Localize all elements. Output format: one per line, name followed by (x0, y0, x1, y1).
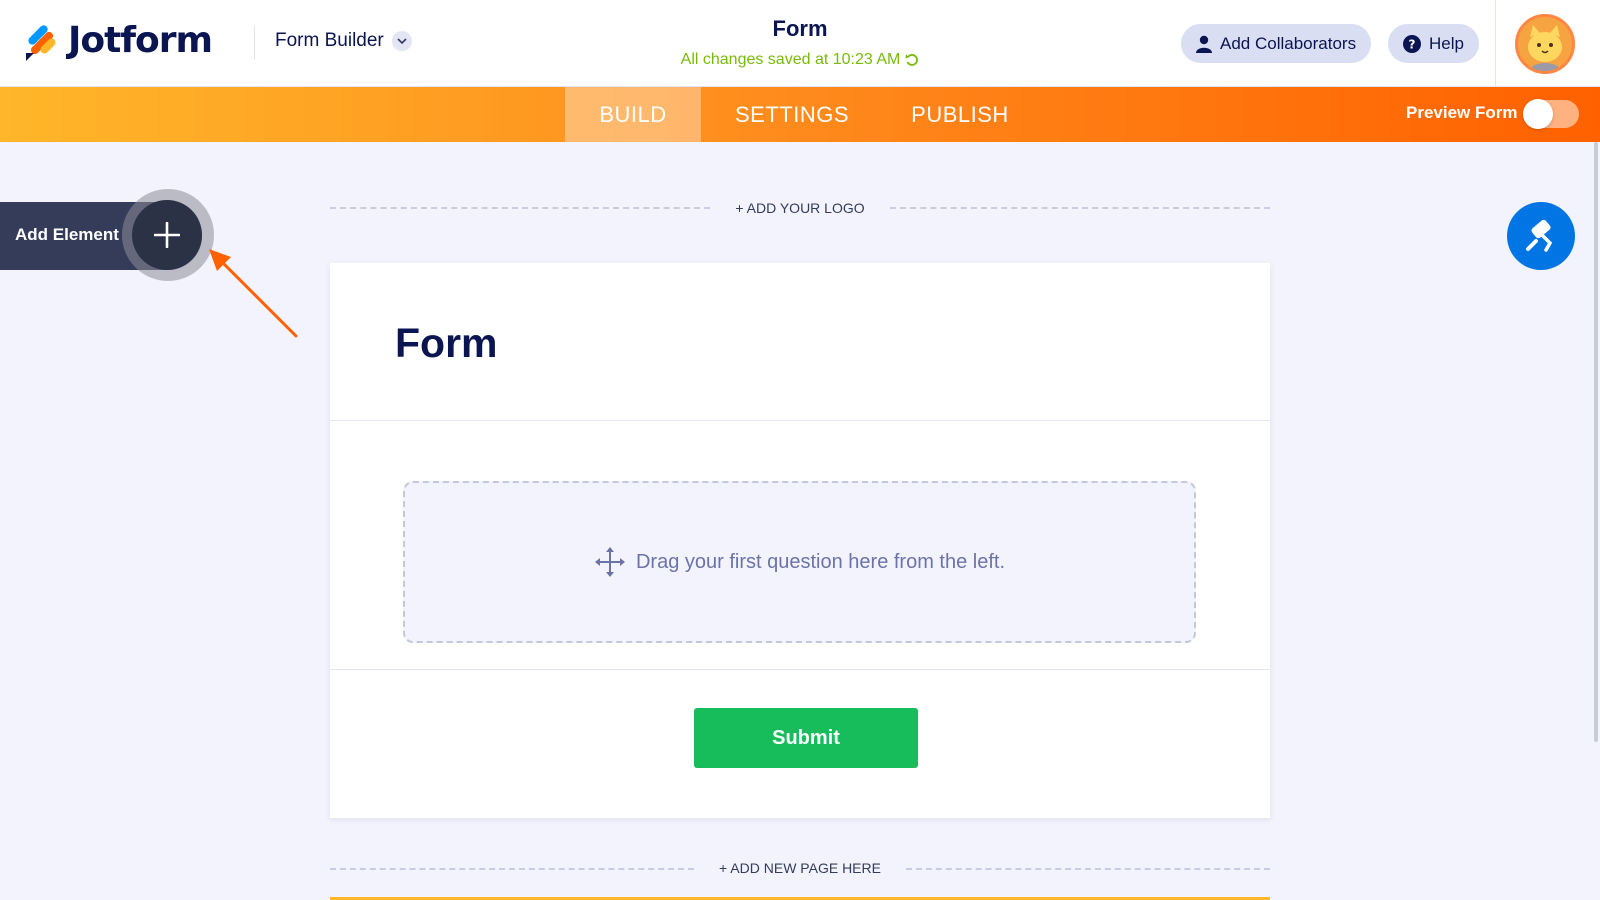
add-element-button[interactable] (132, 200, 202, 270)
save-status-text: All changes saved at 10:23 AM (680, 51, 901, 68)
add-collaborators-button[interactable]: Add Collaborators (1181, 24, 1372, 63)
logo-dash-right (890, 207, 1270, 209)
top-header: Jotform Form Builder Form All changes sa… (0, 0, 1600, 87)
cat-avatar-icon (1518, 17, 1572, 71)
person-icon (1196, 35, 1212, 53)
add-new-page-link[interactable]: + ADD NEW PAGE HERE (700, 860, 900, 876)
submit-button[interactable]: Submit (694, 708, 918, 768)
page-dash-right (906, 868, 1270, 870)
form-builder-dropdown[interactable]: Form Builder (275, 30, 412, 52)
form-heading[interactable]: Form (395, 320, 498, 367)
refresh-icon (905, 54, 919, 66)
header-divider (254, 26, 255, 60)
question-drop-zone[interactable]: Drag your first question here from the l… (403, 481, 1196, 643)
logo-dash-left (330, 207, 710, 209)
jotform-logo[interactable]: Jotform (24, 20, 213, 61)
paint-roller-icon (1526, 219, 1553, 252)
card-divider (330, 420, 1270, 421)
form-title[interactable]: Form (700, 16, 900, 42)
add-collaborators-label: Add Collaborators (1220, 33, 1357, 53)
tab-settings[interactable]: SETTINGS (717, 87, 867, 142)
tab-publish[interactable]: PUBLISH (895, 87, 1025, 142)
chevron-down-icon (391, 31, 412, 51)
tab-build[interactable]: BUILD (565, 87, 701, 142)
page-scrollbar[interactable] (1594, 142, 1598, 742)
header-divider-right (1495, 0, 1496, 87)
svg-text:?: ? (1409, 37, 1416, 51)
form-builder-label: Form Builder (275, 30, 384, 51)
pointer-arrow-annotation (209, 249, 298, 338)
page-dash-left (330, 868, 694, 870)
form-designer-button[interactable] (1507, 202, 1575, 270)
question-circle-icon: ? (1403, 34, 1421, 53)
builder-tab-bar: BUILD SETTINGS PUBLISH Preview Form (0, 87, 1600, 142)
user-avatar[interactable] (1515, 14, 1575, 74)
drop-hint-text: Drag your first question here from the l… (635, 550, 1006, 573)
help-label: Help (1429, 33, 1464, 53)
preview-form-toggle[interactable] (1523, 99, 1579, 129)
save-status: All changes saved at 10:23 AM (630, 51, 970, 69)
jotform-logo-icon (26, 24, 56, 61)
plus-icon (154, 222, 180, 248)
card-divider-bottom (330, 669, 1270, 670)
add-logo-link[interactable]: + ADD YOUR LOGO (710, 200, 890, 216)
help-button[interactable]: ? Help (1388, 24, 1479, 63)
toggle-knob (1523, 99, 1553, 129)
move-arrows-icon (594, 547, 625, 577)
logo-text: Jotform (68, 20, 213, 61)
add-element-label: Add Element (15, 225, 119, 244)
form-card: Form Drag your first question here from … (330, 263, 1270, 818)
preview-form-label: Preview Form (1406, 103, 1518, 122)
